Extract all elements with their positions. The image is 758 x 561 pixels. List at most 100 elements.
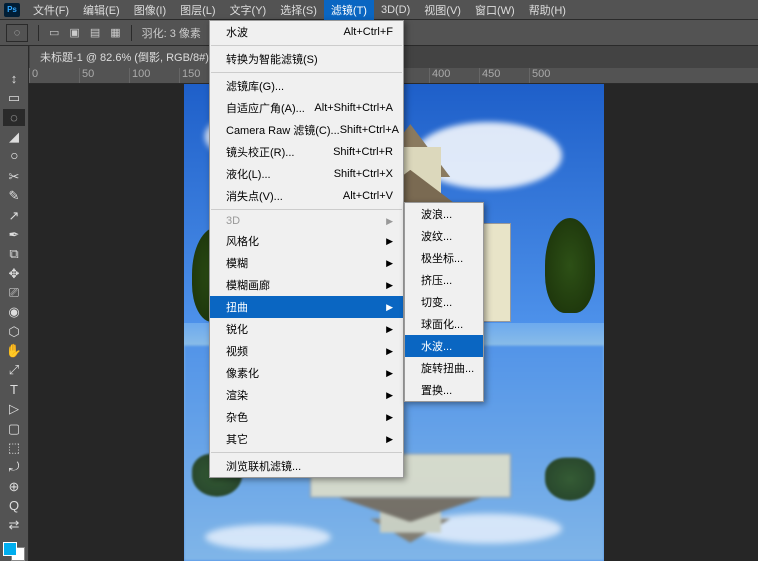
tool-23[interactable]: ⇄ <box>3 517 25 534</box>
menu-filter[interactable]: 滤镜(T) <box>324 0 374 20</box>
menu-item[interactable]: 波浪... <box>405 203 483 225</box>
menu-item[interactable]: 3D ▶ <box>210 212 403 230</box>
menu-item-label: 水波 <box>226 24 248 40</box>
tool-9[interactable]: ⧉ <box>3 246 25 263</box>
tool-preset-icon[interactable]: ◌ <box>6 24 28 42</box>
tool-12[interactable]: ◉ <box>3 304 25 321</box>
ruler-tick: 100 <box>129 68 179 83</box>
menu-item[interactable]: 转换为智能滤镜(S) <box>210 48 403 70</box>
tree <box>545 218 595 313</box>
menu-image[interactable]: 图像(I) <box>127 0 173 20</box>
tool-14[interactable]: ✋ <box>3 342 25 359</box>
menu-item[interactable]: 波纹... <box>405 225 483 247</box>
menu-item[interactable]: 锐化▶ <box>210 318 403 340</box>
filter-menu-dropdown: 水波Alt+Ctrl+F 转换为智能滤镜(S) 滤镜库(G)... 自适应广角(A).… <box>209 20 404 478</box>
sub-selection-icon[interactable]: ▤ <box>90 26 100 39</box>
menu-item[interactable]: 旋转扭曲... <box>405 357 483 379</box>
menu-item[interactable]: 模糊画廊▶ <box>210 274 403 296</box>
menu-shortcut: Alt+Ctrl+V <box>343 190 393 202</box>
menu-item-label: 渲染 <box>226 387 248 403</box>
tool-1[interactable]: ▭ <box>3 89 25 106</box>
menu-item-label: 其它 <box>226 431 248 447</box>
tool-17[interactable]: ▷ <box>3 401 25 418</box>
tool-7[interactable]: ↗ <box>3 207 25 224</box>
menu-item[interactable]: 浏览联机滤镜... <box>210 455 403 477</box>
menu-item[interactable]: 切变... <box>405 291 483 313</box>
new-selection-icon[interactable]: ▭ <box>49 26 59 39</box>
tool-11[interactable]: ⎚ <box>3 284 25 301</box>
menu-select[interactable]: 选择(S) <box>273 0 324 20</box>
menu-item-label: 波浪... <box>421 206 452 222</box>
tool-0[interactable]: ↕ <box>3 70 25 87</box>
menu-item-label: 像素化 <box>226 365 259 381</box>
menu-item[interactable]: 扭曲▶ <box>210 296 403 318</box>
menu-file[interactable]: 文件(F) <box>26 0 76 20</box>
menu-shortcut: Alt+Shift+Ctrl+A <box>314 102 393 114</box>
menu-item[interactable]: 置换... <box>405 379 483 401</box>
submenu-arrow-icon: ▶ <box>386 216 393 227</box>
menu-item[interactable]: 球面化... <box>405 313 483 335</box>
menu-shortcut: Shift+Ctrl+X <box>334 168 393 180</box>
menu-edit[interactable]: 编辑(E) <box>76 0 127 20</box>
menu-item-label: 置换... <box>421 382 452 398</box>
tool-8[interactable]: ✒ <box>3 226 25 243</box>
menu-window[interactable]: 窗口(W) <box>468 0 522 20</box>
add-selection-icon[interactable]: ▣ <box>69 26 79 39</box>
menu-item[interactable]: 其它▶ <box>210 428 403 450</box>
menu-item[interactable]: 水波... <box>405 335 483 357</box>
separator <box>131 25 132 41</box>
menu-layer[interactable]: 图层(L) <box>173 0 222 20</box>
tool-22[interactable]: Q <box>3 497 25 514</box>
submenu-arrow-icon: ▶ <box>386 412 393 423</box>
toolbox: ↕ ▭ ◌ ◢ ဝ ✂ ✎ ↗ ✒ ⧉ ✥ ⎚ ◉ ⬡ ✋ ⤢ T ▷ ▢ ⬚ ⤾ ⊕ Q ⇄ <box>0 46 29 561</box>
menu-item[interactable]: 杂色 ▶ <box>210 406 403 428</box>
menu-view[interactable]: 视图(V) <box>417 0 468 20</box>
tool-16[interactable]: T <box>3 381 25 398</box>
menu-item[interactable]: 渲染▶ <box>210 384 403 406</box>
menu-item-label: 消失点(V)... <box>226 188 283 204</box>
menu-item-label: 3D <box>226 215 240 227</box>
menu-item[interactable]: 镜头校正(R)...Shift+Ctrl+R <box>210 141 403 163</box>
menu-type[interactable]: 文字(Y) <box>223 0 274 20</box>
tool-2[interactable]: ◌ <box>3 109 25 126</box>
menu-item[interactable]: 风格化▶ <box>210 230 403 252</box>
tool-18[interactable]: ▢ <box>3 420 25 437</box>
menu-item[interactable]: 水波Alt+Ctrl+F <box>210 21 403 43</box>
menu-item[interactable]: 消失点(V)... Alt+Ctrl+V <box>210 185 403 207</box>
menu-item-label: 滤镜库(G)... <box>226 78 284 94</box>
submenu-arrow-icon: ▶ <box>386 368 393 379</box>
menu-help[interactable]: 帮助(H) <box>522 0 573 20</box>
submenu-arrow-icon: ▶ <box>386 236 393 247</box>
tool-19[interactable]: ⬚ <box>3 439 25 456</box>
color-swatch[interactable] <box>3 542 25 561</box>
tool-20[interactable]: ⤾ <box>3 459 25 476</box>
tool-10[interactable]: ✥ <box>3 265 25 282</box>
tool-4[interactable]: ဝ <box>3 147 25 166</box>
tool-6[interactable]: ✎ <box>3 188 25 205</box>
tool-21[interactable]: ⊕ <box>3 478 25 495</box>
menu-shortcut: Shift+Ctrl+A <box>340 124 399 136</box>
menu-item-label: 挤压... <box>421 272 452 288</box>
menu-item[interactable]: 滤镜库(G)... <box>210 75 403 97</box>
menu-item-label: 杂色 <box>226 409 248 425</box>
tool-3[interactable]: ◢ <box>3 128 25 145</box>
menu-3d[interactable]: 3D(D) <box>374 2 417 18</box>
menu-item[interactable]: 自适应广角(A)...Alt+Shift+Ctrl+A <box>210 97 403 119</box>
feather-field[interactable]: 羽化: 3 像素 <box>142 25 201 41</box>
menu-item[interactable]: Camera Raw 滤镜(C)...Shift+Ctrl+A <box>210 119 403 141</box>
menu-item-label: 球面化... <box>421 316 463 332</box>
menu-item[interactable]: 挤压... <box>405 269 483 291</box>
tool-5[interactable]: ✂ <box>3 168 25 185</box>
separator <box>38 25 39 41</box>
menu-item[interactable]: 液化(L)... Shift+Ctrl+X <box>210 163 403 185</box>
menu-item-label: 视频 <box>226 343 248 359</box>
menu-item[interactable]: 视频▶ <box>210 340 403 362</box>
tool-15[interactable]: ⤢ <box>3 362 25 379</box>
intersect-selection-icon[interactable]: ▦ <box>110 26 120 39</box>
tool-13[interactable]: ⬡ <box>3 323 25 340</box>
menu-separator <box>211 45 402 46</box>
menu-item[interactable]: 极坐标... <box>405 247 483 269</box>
menu-item[interactable]: 模糊▶ <box>210 252 403 274</box>
menu-item[interactable]: 像素化 ▶ <box>210 362 403 384</box>
menu-item-label: 液化(L)... <box>226 166 271 182</box>
